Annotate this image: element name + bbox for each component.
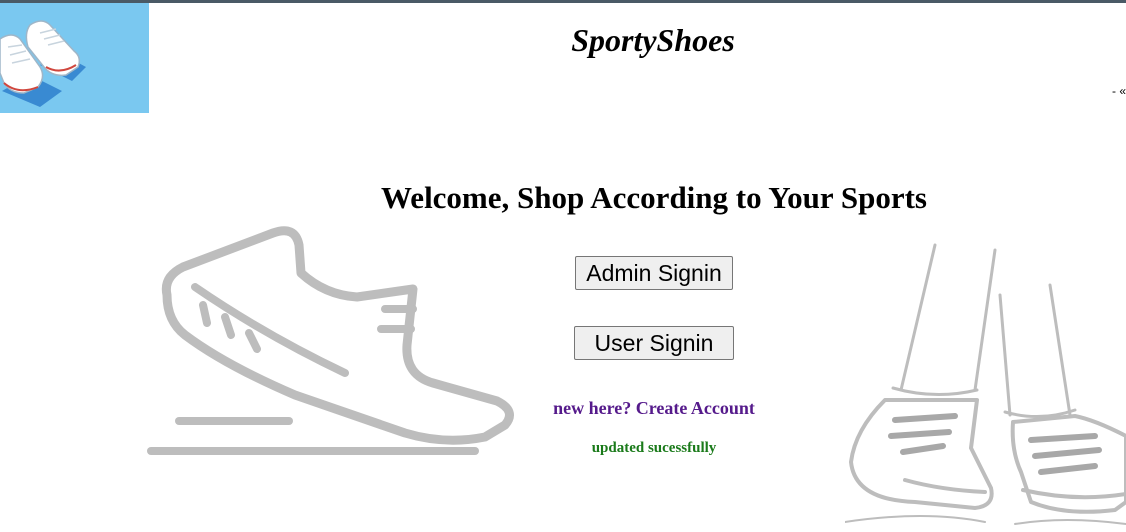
status-message: updated sucessfully [591,440,717,456]
welcome-heading: Welcome, Shop According to Your Sports [381,180,927,215]
top-border [0,0,1126,3]
admin-signin-button[interactable]: Admin Signin [575,256,733,290]
running-shoe-icon [145,225,520,465]
user-signin-button[interactable]: User Signin [574,326,734,360]
walking-legs-icon [844,240,1126,532]
create-account-link[interactable]: new here? Create Account [0,398,1126,419]
edge-mark: - « [1111,84,1126,98]
brand-title: SportyShoes [571,22,735,58]
